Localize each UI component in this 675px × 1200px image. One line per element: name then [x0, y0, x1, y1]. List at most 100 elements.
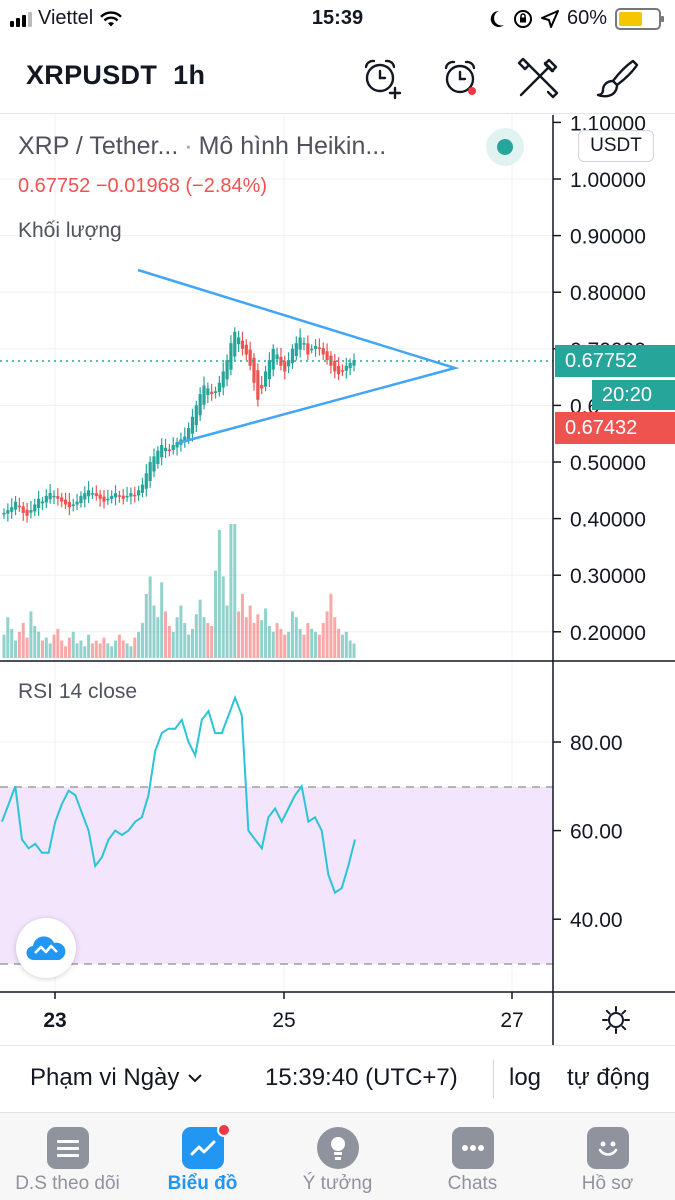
tab-profile-label: Hồ sơ	[581, 1173, 634, 1194]
volume-bar	[314, 631, 318, 658]
volume-bar	[102, 637, 106, 658]
tab-ideas[interactable]: Ý tưởng	[270, 1113, 405, 1200]
volume-bar	[67, 637, 71, 658]
candle-body	[271, 348, 275, 370]
candle-body	[29, 510, 33, 513]
candle-body	[206, 388, 210, 396]
candle-body	[213, 391, 218, 393]
volume-bar	[248, 605, 252, 658]
tab-watchlist[interactable]: D.S theo dõi	[0, 1113, 135, 1200]
candle-body	[310, 348, 314, 351]
candle-body	[129, 493, 133, 497]
tab-chats[interactable]: Chats	[405, 1113, 540, 1200]
chart-legend[interactable]: XRP / Tether... · Mô hình Heikin...	[18, 132, 386, 161]
candle-body	[333, 360, 337, 372]
cloud-chart-icon	[26, 936, 66, 961]
candle-body	[87, 490, 91, 497]
candle-body	[10, 507, 14, 512]
chart-area[interactable]: 1.100001.000000.900000.800000.700000.60.…	[0, 115, 675, 1045]
candle-body	[106, 498, 110, 501]
watchlist-icon	[47, 1127, 89, 1169]
rsi-legend[interactable]: RSI 14 close	[18, 680, 137, 704]
currency-button[interactable]: USDT	[578, 130, 654, 162]
volume-bar	[317, 634, 321, 658]
candle-body	[60, 497, 64, 502]
market-status-icon[interactable]	[486, 128, 524, 166]
tradingview-logo[interactable]	[16, 918, 76, 978]
price-tick-label: 1.00000	[570, 169, 646, 192]
candle-body	[13, 501, 18, 510]
volume-bar	[252, 623, 256, 658]
candle-body	[267, 360, 271, 380]
volume-bar	[152, 605, 156, 658]
volume-bar	[275, 623, 279, 658]
volume-legend[interactable]: Khối lượng	[18, 219, 122, 243]
time-tick-label: 23	[43, 1009, 66, 1032]
add-alert-button[interactable]	[356, 52, 408, 104]
candle-body	[160, 445, 164, 458]
log-scale-toggle[interactable]: log	[509, 1064, 541, 1092]
candle-body	[198, 394, 202, 416]
volume-bar	[114, 640, 118, 658]
candle-body	[337, 366, 341, 375]
volume-bar	[14, 640, 18, 658]
alerts-button[interactable]	[434, 52, 486, 104]
candle-body	[167, 449, 171, 452]
symbol-description[interactable]: XRP / Tether...	[18, 132, 178, 160]
auto-scale-toggle[interactable]: tự động	[567, 1064, 650, 1092]
date-range-select[interactable]: Phạm vi Ngày	[30, 1064, 203, 1092]
price-tick-label: 0.90000	[570, 226, 646, 249]
volume-bar	[294, 617, 298, 658]
candle-body	[325, 351, 329, 361]
candle-body	[233, 331, 237, 357]
volume-bar	[179, 605, 183, 658]
volume-bar	[90, 643, 94, 658]
range-divider	[493, 1060, 494, 1098]
volume-bar	[121, 640, 125, 658]
interval-label[interactable]: 1h	[173, 60, 205, 90]
candle-body	[344, 365, 348, 371]
rsi-tick-label: 40.00	[570, 909, 623, 932]
rsi-axis[interactable]: 80.00 60.00 40.00	[553, 732, 623, 932]
tab-watchlist-label: D.S theo dõi	[15, 1173, 120, 1194]
volume-bar	[352, 643, 356, 658]
candle-body	[44, 495, 48, 503]
volume-bar	[190, 628, 194, 658]
candle-body	[248, 349, 252, 366]
tools-button[interactable]	[512, 52, 564, 104]
symbol-name[interactable]: XRPUSDT	[26, 60, 157, 90]
brush-icon	[596, 59, 639, 98]
volume-bar	[160, 582, 164, 658]
candle-body	[229, 343, 233, 370]
volume-bar	[325, 611, 329, 658]
candle-body	[148, 462, 152, 482]
rsi-tick-label: 60.00	[570, 821, 623, 844]
date-range-label[interactable]: Phạm vi Ngày	[30, 1064, 179, 1092]
candle-body	[25, 509, 29, 516]
volume-bar	[256, 614, 260, 658]
candle-body	[121, 495, 125, 499]
volume-bar	[52, 634, 56, 658]
tab-chart[interactable]: Biểu đồ	[135, 1113, 270, 1200]
chart-style-label[interactable]: Mô hình Heikin...	[199, 132, 387, 160]
candle-body	[110, 495, 114, 499]
candle-body	[163, 447, 168, 452]
volume-bar	[56, 628, 60, 658]
profile-icon	[587, 1127, 629, 1169]
range-bar: Phạm vi Ngày 15:39:40 (UTC+7) log tự độn…	[0, 1045, 675, 1111]
chats-icon	[452, 1127, 494, 1169]
rsi-tick-label: 80.00	[570, 732, 623, 755]
volume-bar	[106, 643, 110, 658]
volume-bar	[348, 640, 352, 658]
chart-settings-button[interactable]	[598, 1004, 634, 1036]
tab-profile[interactable]: Hồ sơ	[540, 1113, 675, 1200]
price-tick-label: 0.80000	[570, 282, 646, 305]
time-axis[interactable]: 23 25 27	[43, 992, 524, 1032]
symbol-interval[interactable]: XRPUSDT 1h	[26, 60, 205, 91]
volume-bar	[79, 640, 83, 658]
clock-timezone[interactable]: 15:39:40 (UTC+7)	[265, 1064, 458, 1092]
drawing-button[interactable]	[590, 52, 642, 104]
tools-icon	[517, 57, 559, 99]
volume-bar	[310, 628, 314, 658]
sun-settings-icon	[602, 1006, 630, 1034]
